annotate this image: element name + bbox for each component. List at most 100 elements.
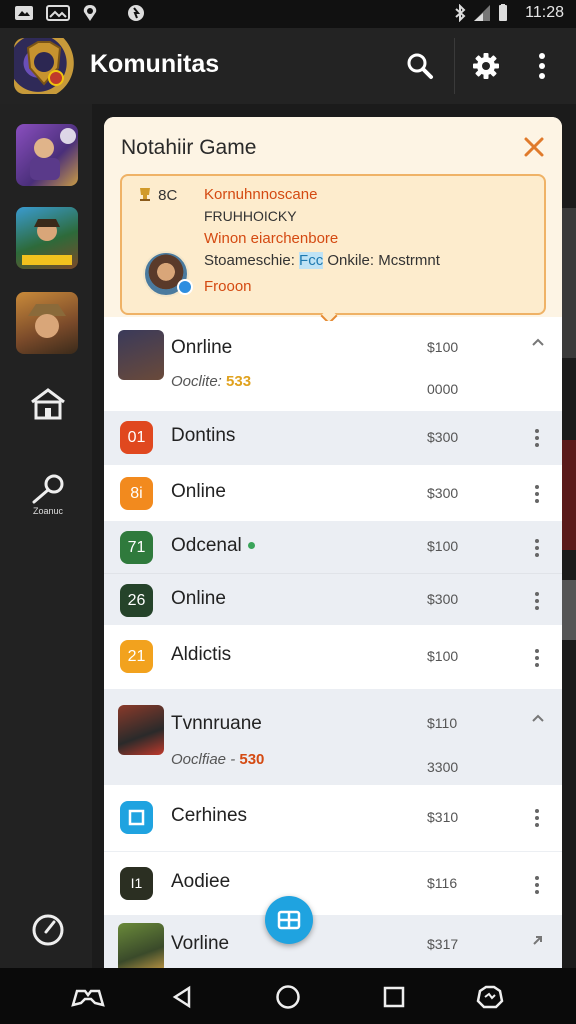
list-item[interactable]: 8i Online $300 (104, 465, 562, 521)
item-label: Dontins (171, 425, 236, 446)
recents-square-icon (383, 986, 405, 1008)
item-label: Odcenal (171, 535, 255, 557)
chevron-up-icon-svg (532, 714, 544, 722)
recents-button[interactable] (377, 980, 411, 1014)
chevron-up-icon[interactable] (531, 711, 545, 728)
back-triangle-icon (172, 985, 191, 1009)
background-peek (562, 440, 576, 550)
list-item[interactable]: I1 Aodiee $116 (104, 851, 562, 915)
sidebar-game-3[interactable] (16, 292, 78, 354)
background-peek (562, 580, 576, 640)
background-peek (562, 208, 576, 358)
list-item[interactable]: 71 Odcenal $100 (104, 521, 562, 573)
sidebar-game-1[interactable] (16, 124, 78, 186)
location-icon (83, 5, 97, 21)
notice-line-2: FRUHHOICKY (204, 208, 297, 224)
group-amount: $100 (427, 339, 459, 355)
chevron-up-icon-svg (532, 338, 544, 346)
list-item[interactable]: Cerhines $310 (104, 785, 562, 851)
more-vertical-icon[interactable] (530, 537, 544, 557)
game-thumbnail-icon (22, 219, 72, 265)
notice-card[interactable]: 8C Kornuhnnoscane FRUHHOICKY Winon eiarc… (120, 174, 546, 315)
square-icon (128, 809, 145, 826)
sidebar-home[interactable] (22, 378, 74, 430)
panel-header: Notahiir Game 8C Kornuhnnoscane FRUHHOIC… (104, 117, 562, 325)
item-label: Online (171, 588, 226, 609)
notice-line-3: Winon eiarchenbore (204, 230, 339, 247)
item-badge: I1 (120, 867, 153, 900)
sidebar-tools-label: Zoanuc (32, 506, 64, 516)
search-icon (407, 53, 433, 79)
home-button[interactable] (271, 980, 305, 1014)
back-button[interactable] (165, 980, 199, 1014)
grid-icon (277, 910, 301, 930)
info-badge-icon (177, 279, 193, 295)
more-vertical-icon[interactable] (530, 874, 544, 894)
group-label: Vorline (171, 933, 230, 954)
page-title: Komunitas (90, 50, 220, 78)
gamepad-icon (71, 989, 105, 1007)
chevron-right-icon[interactable] (531, 933, 545, 950)
group-amount-2: 3300 (427, 759, 459, 775)
item-badge: 8i (120, 477, 153, 510)
gesture-icon (476, 985, 504, 1009)
more-vertical-icon[interactable] (530, 807, 544, 827)
search-button[interactable] (398, 44, 442, 88)
divider (454, 38, 455, 94)
clock: 11:28 (525, 4, 564, 21)
notification-icon (15, 6, 33, 20)
gear-icon (473, 53, 499, 79)
group-row[interactable]: Tvnnruane Ooclfiae - 530 $110 3300 (104, 689, 562, 785)
gallery-icon (46, 5, 70, 21)
notice-line-4c: Onkile: Mcstrmnt (323, 252, 440, 269)
sidebar-tools[interactable]: Zoanuc (22, 468, 74, 520)
gesture-button[interactable] (472, 980, 508, 1014)
settings-button[interactable] (464, 44, 508, 88)
item-badge: 71 (120, 531, 153, 564)
chevron-up-icon[interactable] (531, 335, 545, 352)
game-panel: Notahiir Game 8C Kornuhnnoscane FRUHHOIC… (104, 117, 562, 977)
panel-title: Notahiir Game (121, 136, 257, 159)
list-item[interactable]: 01 Dontins $300 (104, 411, 562, 465)
community-avatar[interactable] (14, 38, 74, 94)
more-vertical-icon (539, 53, 545, 79)
game-thumbnail-icon (30, 128, 76, 180)
close-icon (524, 137, 544, 157)
group-label: Onrline (171, 337, 233, 358)
group-amount: $110 (427, 715, 458, 731)
list-item[interactable]: 21 Aldictis $100 (104, 625, 562, 689)
app-bar: Komunitas (0, 28, 576, 104)
sidebar: Zoanuc (0, 104, 92, 968)
wrench-icon (32, 474, 64, 504)
game-thumbnail-icon (118, 923, 164, 973)
home-circle-icon (276, 985, 300, 1009)
game-thumbnail-icon (28, 304, 66, 338)
more-vertical-icon[interactable] (530, 647, 544, 667)
overflow-menu-button[interactable] (520, 44, 564, 88)
group-sub-value: 530 (239, 751, 265, 768)
close-button[interactable] (520, 133, 548, 161)
item-label-text: Odcenal (171, 535, 242, 556)
game-thumbnail-icon (118, 705, 164, 755)
group-amount: $317 (427, 936, 459, 952)
gamepad-button[interactable] (70, 980, 106, 1014)
grid-fab-button[interactable] (265, 896, 313, 944)
more-vertical-icon[interactable] (530, 427, 544, 447)
screen: 11:28 Komunitas Zoanuc Notahiir Game 8C … (0, 0, 576, 1024)
group-label: Tvnnruane (171, 713, 262, 734)
list-item[interactable]: 26 Online $300 (104, 573, 562, 625)
item-amount: $300 (427, 429, 459, 445)
group-row[interactable]: Onrline Ooclite: 533 $100 0000 (104, 321, 562, 411)
sidebar-compass[interactable] (22, 904, 74, 956)
item-badge: 01 (120, 421, 153, 454)
sidebar-game-2[interactable] (16, 207, 78, 269)
compass-icon (32, 914, 64, 946)
notice-line-4a: Stoameschie: (204, 252, 300, 269)
more-vertical-icon[interactable] (530, 483, 544, 503)
sync-icon (128, 5, 144, 21)
item-amount: $100 (427, 538, 459, 554)
more-vertical-icon[interactable] (530, 590, 544, 610)
item-badge: 26 (120, 584, 153, 617)
bluetooth-icon (455, 4, 466, 22)
battery-icon (499, 4, 507, 21)
